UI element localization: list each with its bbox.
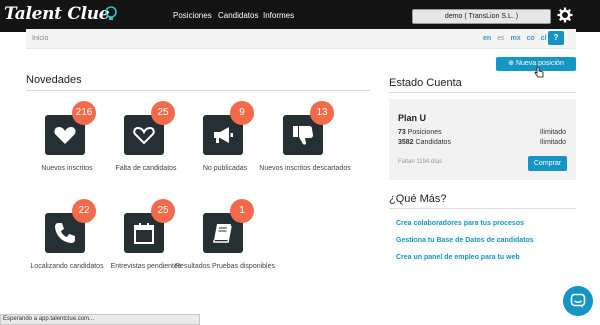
plus-circle-icon: ⊕ — [508, 60, 516, 67]
que-mas-divider — [389, 208, 576, 209]
estado-divider — [389, 92, 576, 93]
breadcrumb-home[interactable]: Inicio — [32, 35, 48, 42]
count-badge: 1 — [230, 199, 254, 223]
link-base-datos[interactable]: Gestiona tu Base de Datos de candidatos — [396, 237, 534, 244]
book-icon — [213, 224, 232, 243]
lang-es[interactable]: es — [497, 35, 504, 42]
megaphone-icon — [214, 127, 233, 143]
days-remaining: Faltan 1194 días — [398, 159, 443, 165]
heart-outline-icon — [133, 126, 155, 145]
count-badge: 9 — [230, 101, 254, 125]
count-badge: 25 — [151, 101, 175, 125]
app-logo[interactable]: Talent Clue — [4, 4, 110, 24]
nav-informes[interactable]: Informes — [263, 11, 294, 20]
plan-name: Plan U — [398, 113, 427, 123]
novedades-divider — [26, 90, 370, 91]
plan-value: Ilimitado — [539, 139, 566, 146]
lang-cl[interactable]: cl — [541, 35, 547, 42]
link-colaboradores[interactable]: Crea colaboradores para tus procesos — [396, 220, 524, 227]
count-badge: 13 — [310, 101, 334, 125]
count-badge: 25 — [151, 199, 175, 223]
plan-card: Plan U 73 Posiciones Ilimitado 3582 Cand… — [389, 99, 576, 180]
chat-button[interactable] — [563, 286, 593, 316]
plan-row-candidatos: 3582 Candidatos — [398, 139, 451, 146]
count-badge: 216 — [72, 101, 96, 125]
phone-icon — [55, 223, 75, 243]
breadcrumb: Inicio en es mx co cl — [26, 29, 576, 49]
nav-candidatos[interactable]: Candidatos — [218, 11, 258, 20]
heart-filled-icon — [54, 127, 76, 144]
que-mas-title: ¿Qué Más? — [389, 193, 447, 205]
count-badge: 22 — [72, 199, 96, 223]
calendar-icon — [134, 223, 154, 244]
tile-label: Resultados Pruebas disponibles — [175, 263, 276, 270]
thumbs-down-icon — [293, 126, 313, 145]
chat-bubble-icon — [570, 293, 586, 308]
account-selector[interactable]: demo ( TransLion S.L. ) — [412, 9, 551, 24]
plan-label: Candidatos — [415, 139, 451, 146]
plan-row-posiciones: 73 Posiciones — [398, 129, 442, 136]
plan-count: 3582 — [398, 139, 414, 146]
plan-count: 73 — [398, 129, 406, 136]
lightbulb-icon — [105, 6, 117, 20]
lang-en[interactable]: en — [483, 35, 491, 42]
tile-label: Nuevos inscritos descartados — [259, 165, 351, 172]
top-navigation-bar: Talent Clue Posiciones Candidatos Inform… — [0, 0, 600, 32]
nav-posiciones[interactable]: Posiciones — [173, 11, 212, 20]
hand-cursor-icon — [534, 66, 544, 78]
browser-status-bar: Esperando a app.talentclue.com... — [0, 314, 200, 325]
gear-icon[interactable] — [557, 7, 573, 23]
novedades-title: Novedades — [26, 74, 82, 86]
plan-label: Posiciones — [407, 129, 442, 136]
plan-value: Ilimitado — [539, 129, 566, 136]
buy-button[interactable]: Comprar — [528, 156, 567, 171]
estado-cuenta-title: Estado Cuenta — [389, 77, 462, 89]
link-panel-empleo[interactable]: Crea un panel de empleo para tu web — [396, 254, 520, 261]
help-button[interactable]: ? — [548, 31, 564, 45]
lang-co[interactable]: co — [527, 35, 535, 42]
language-switcher: en es mx co cl — [483, 35, 551, 42]
lang-mx[interactable]: mx — [510, 35, 520, 42]
